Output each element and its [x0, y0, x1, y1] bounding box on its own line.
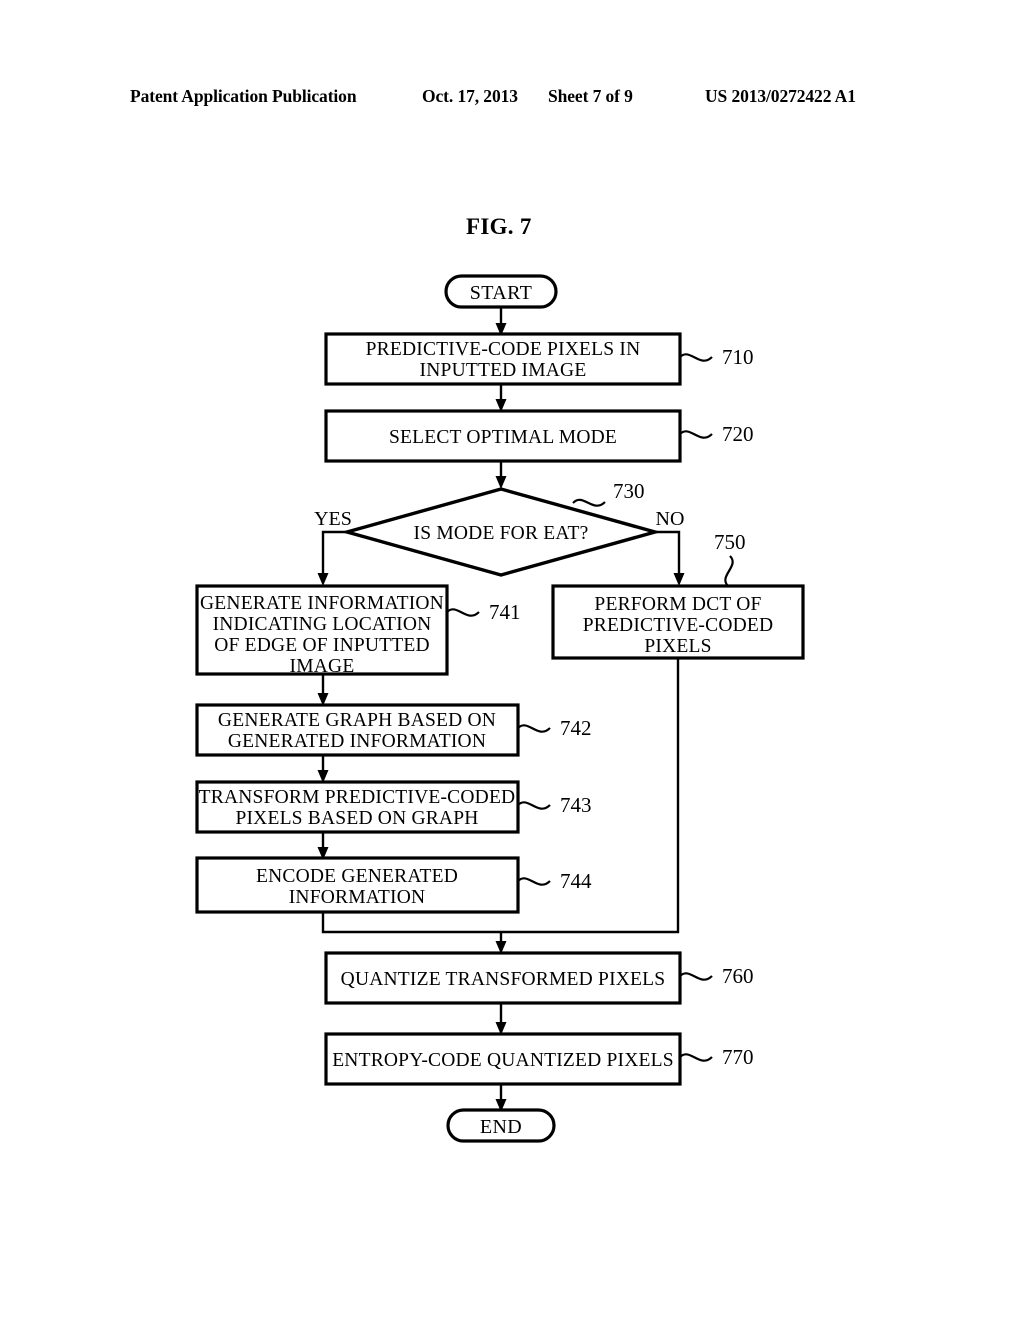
connector-760-to-770	[495, 1003, 507, 1035]
step-744-line-1: ENCODE GENERATED	[256, 866, 458, 887]
start-label: START	[470, 282, 533, 304]
node-step-710: PREDICTIVE-CODE PIXELS IN INPUTTED IMAGE	[324, 332, 682, 386]
node-step-720: SELECT OPTIMAL MODE	[324, 409, 682, 463]
connector-741-to-742	[317, 674, 329, 706]
step-750-line-3: PIXELS	[644, 636, 711, 657]
step-770-line-1: ENTROPY-CODE QUANTIZED PIXELS	[332, 1050, 674, 1071]
ref-741-label: 741	[489, 600, 521, 624]
ref-743-label: 743	[560, 793, 592, 817]
ref-marker-742: 742	[517, 716, 592, 740]
node-step-744: ENCODE GENERATED INFORMATION	[195, 856, 520, 914]
ref-marker-741: 741	[446, 600, 521, 624]
end-label: END	[480, 1116, 522, 1138]
ref-744-label: 744	[560, 869, 592, 893]
connector-decision-no	[655, 530, 685, 586]
step-710-line-2: INPUTTED IMAGE	[420, 360, 587, 381]
ref-750-label: 750	[714, 530, 746, 554]
branch-label-yes: YES	[314, 508, 352, 530]
step-760-line-1: QUANTIZE TRANSFORMED PIXELS	[341, 969, 666, 990]
connector-710-to-720	[495, 384, 507, 412]
ref-marker-730: 730	[572, 479, 645, 507]
ref-742-label: 742	[560, 716, 592, 740]
node-step-770: ENTROPY-CODE QUANTIZED PIXELS	[324, 1032, 682, 1086]
step-750-line-2: PREDICTIVE-CODED	[583, 615, 774, 636]
ref-marker-750: 750	[714, 530, 746, 587]
step-742-line-2: GENERATED INFORMATION	[228, 731, 486, 752]
ref-770-label: 770	[722, 1045, 754, 1069]
ref-marker-770: 770	[679, 1045, 754, 1069]
ref-marker-744: 744	[517, 869, 592, 893]
flowchart-diagram: START PREDICTIVE-CODE PIXELS IN INPUTTED…	[195, 274, 805, 1143]
step-744-line-2: INFORMATION	[289, 887, 426, 908]
step-743-line-1: TRANSFORM PREDICTIVE-CODED	[199, 787, 516, 808]
ref-marker-710: 710	[679, 345, 754, 369]
node-step-750: PERFORM DCT OF PREDICTIVE-CODED PIXELS	[551, 584, 805, 660]
connector-742-to-743	[317, 755, 329, 783]
connector-720-to-decision	[495, 461, 507, 489]
node-step-760: QUANTIZE TRANSFORMED PIXELS	[324, 951, 682, 1005]
step-741-line-1: GENERATE INFORMATION	[200, 593, 444, 614]
ref-760-label: 760	[722, 964, 754, 988]
step-741-line-2: INDICATING LOCATION	[213, 614, 432, 635]
ref-720-label: 720	[722, 422, 754, 446]
ref-marker-720: 720	[679, 422, 754, 446]
ref-marker-760: 760	[679, 964, 754, 988]
branch-label-no: NO	[656, 508, 685, 530]
connector-770-to-end	[495, 1084, 507, 1112]
ref-710-label: 710	[722, 345, 754, 369]
node-step-742: GENERATE GRAPH BASED ON GENERATED INFORM…	[195, 703, 520, 757]
step-742-line-1: GENERATE GRAPH BASED ON	[218, 710, 496, 731]
decision-label: IS MODE FOR EAT?	[414, 523, 589, 544]
connector-decision-yes	[317, 530, 347, 586]
connector-743-to-744	[317, 832, 329, 860]
step-741-line-3: OF EDGE OF INPUTTED	[214, 635, 430, 656]
step-743-line-2: PIXELS BASED ON GRAPH	[235, 808, 478, 829]
node-step-741: GENERATE INFORMATION INDICATING LOCATION…	[195, 584, 449, 677]
connector-start-to-710	[495, 307, 507, 336]
node-start: START	[444, 274, 558, 309]
ref-730-label: 730	[613, 479, 645, 503]
node-step-743: TRANSFORM PREDICTIVE-CODED PIXELS BASED …	[195, 780, 520, 834]
step-741-line-4: IMAGE	[290, 656, 355, 677]
step-720-line-1: SELECT OPTIMAL MODE	[389, 427, 617, 448]
node-end: END	[446, 1108, 556, 1143]
node-decision-730: IS MODE FOR EAT?	[340, 487, 662, 577]
step-710-line-1: PREDICTIVE-CODE PIXELS IN	[366, 339, 641, 360]
step-750-line-1: PERFORM DCT OF	[594, 594, 761, 615]
ref-marker-743: 743	[517, 793, 592, 817]
